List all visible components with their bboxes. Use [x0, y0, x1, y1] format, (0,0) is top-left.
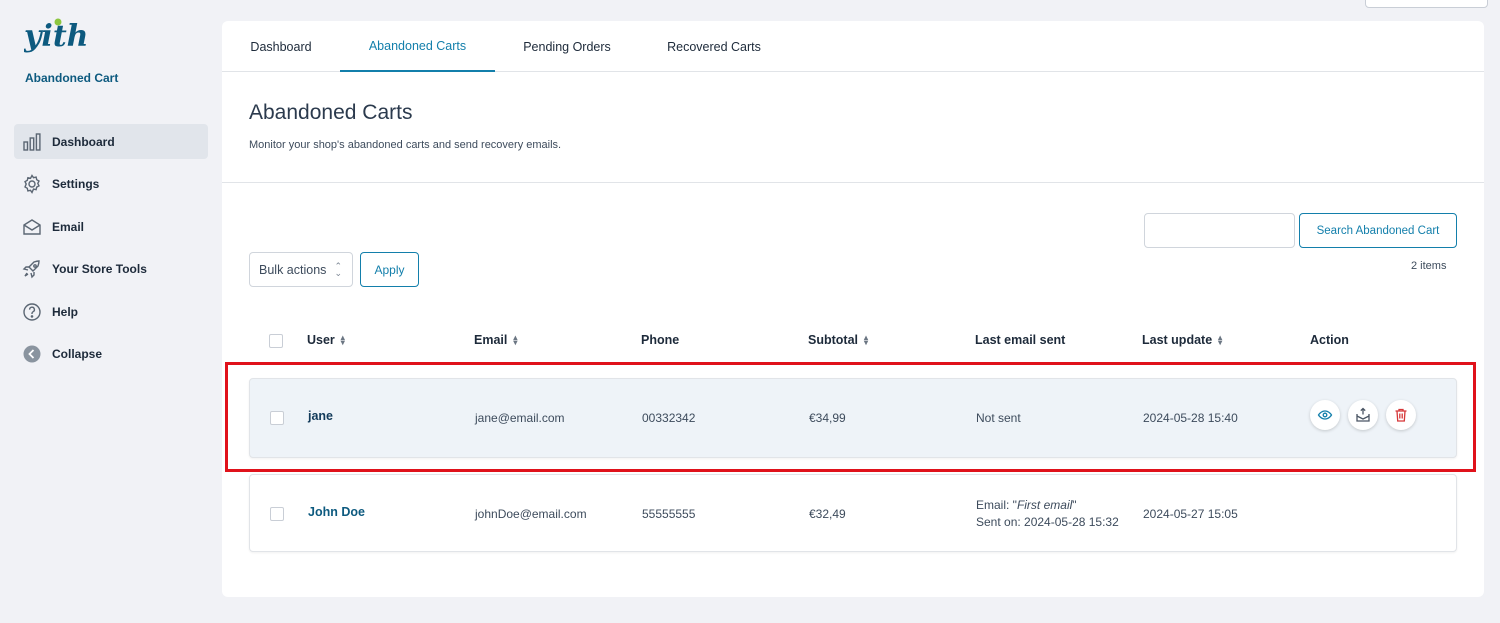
column-user[interactable]: User ▴ ▾	[307, 333, 345, 347]
sidebar-item-email[interactable]: Email	[14, 209, 208, 244]
sidebar-item-settings[interactable]: Settings	[14, 167, 208, 202]
column-subtotal[interactable]: Subtotal ▴ ▾	[808, 333, 868, 347]
last-email-cell: Email: "First email" Sent on: 2024-05-28…	[976, 498, 1119, 529]
last-email-cell: Not sent	[976, 411, 1021, 425]
column-last-update[interactable]: Last update ▴ ▾	[1142, 333, 1222, 347]
subtotal-cell: €32,49	[809, 507, 846, 521]
page-description: Monitor your shop's abandoned carts and …	[249, 139, 562, 151]
sidebar-item-help[interactable]: Help	[14, 294, 208, 329]
tab-pending-orders[interactable]: Pending Orders	[522, 21, 612, 72]
tab-recovered-carts[interactable]: Recovered Carts	[666, 21, 762, 72]
sidebar-item-label: Email	[52, 219, 85, 234]
user-name-link[interactable]: jane	[308, 409, 333, 423]
select-all-checkbox[interactable]	[269, 334, 283, 348]
row-checkbox[interactable]	[270, 507, 284, 521]
table-row: John Doe johnDoe@email.com 55555555 €32,…	[249, 474, 1457, 552]
collapse-arrow-icon	[22, 344, 42, 364]
rocket-icon	[22, 259, 42, 279]
email-cell: johnDoe@email.com	[475, 507, 587, 521]
sidebar-item-dashboard[interactable]: Dashboard	[14, 124, 208, 159]
send-email-icon	[1356, 407, 1370, 422]
sidebar-item-label: Dashboard	[52, 134, 115, 149]
email-template-name: First email	[1016, 498, 1073, 512]
phone-cell: 55555555	[642, 507, 696, 521]
page-title: Abandoned Carts	[249, 101, 413, 124]
sort-icon: ▴ ▾	[1218, 333, 1223, 347]
bulk-actions-select[interactable]: Bulk actions ⌃ ⌄	[249, 252, 353, 287]
email-cell: jane@email.com	[475, 411, 565, 425]
sidebar-item-label: Help	[52, 304, 79, 319]
sort-icon: ▴ ▾	[513, 333, 518, 347]
top-right-control[interactable]	[1365, 0, 1488, 8]
user-name-link[interactable]: John Doe	[308, 505, 365, 519]
trash-icon	[1395, 408, 1407, 422]
tab-bar: Dashboard Abandoned Carts Pending Orders…	[222, 21, 1484, 72]
chevron-up-down-icon: ⌃ ⌄	[334, 261, 342, 278]
last-update-cell: 2024-05-27 15:05	[1143, 507, 1238, 521]
sidebar: yith Abandoned Cart Dashboard Settings E…	[0, 0, 222, 623]
row-checkbox[interactable]	[270, 411, 284, 425]
tab-abandoned-carts[interactable]: Abandoned Carts	[340, 21, 495, 72]
yith-logo: yith	[23, 18, 89, 62]
main-panel: Dashboard Abandoned Carts Pending Orders…	[222, 21, 1484, 597]
sidebar-item-label: Your Store Tools	[52, 262, 147, 277]
bulk-actions-value: Bulk actions	[259, 262, 327, 277]
envelope-icon	[22, 217, 42, 237]
send-email-button[interactable]	[1348, 400, 1378, 430]
divider	[222, 182, 1484, 183]
column-email[interactable]: Email ▴ ▾	[474, 333, 517, 347]
bar-chart-icon	[22, 132, 42, 152]
delete-button[interactable]	[1386, 400, 1416, 430]
subtotal-cell: €34,99	[809, 411, 846, 425]
plugin-name: Abandoned Cart	[25, 71, 119, 85]
sidebar-nav: Dashboard Settings Email Your Store Tool…	[14, 124, 208, 380]
sidebar-item-label: Settings	[52, 177, 100, 192]
sent-on-text: Sent on: 2024-05-28 15:32	[976, 515, 1119, 529]
search-input[interactable]	[1144, 213, 1295, 248]
sidebar-item-store-tools[interactable]: Your Store Tools	[14, 252, 208, 287]
search-abandoned-cart-button[interactable]: Search Abandoned Cart	[1299, 213, 1457, 248]
column-action: Action	[1310, 333, 1349, 347]
question-circle-icon	[22, 302, 42, 322]
apply-button[interactable]: Apply	[360, 252, 419, 287]
last-update-cell: 2024-05-28 15:40	[1143, 411, 1238, 425]
view-button[interactable]	[1310, 400, 1340, 430]
table-row: jane jane@email.com 00332342 €34,99 Not …	[249, 378, 1457, 458]
gear-icon	[22, 174, 42, 195]
sort-icon: ▴ ▾	[864, 333, 869, 347]
sort-icon: ▴ ▾	[340, 333, 345, 347]
phone-cell: 00332342	[642, 411, 696, 425]
items-count: 2 items	[1411, 260, 1447, 272]
column-phone: Phone	[641, 333, 680, 347]
eye-icon	[1317, 410, 1333, 420]
tab-dashboard[interactable]: Dashboard	[249, 21, 313, 72]
column-last-email: Last email sent	[975, 333, 1066, 347]
sidebar-item-label: Collapse	[52, 347, 103, 362]
sidebar-item-collapse[interactable]: Collapse	[14, 337, 208, 372]
table-header: User ▴ ▾ Email ▴ ▾ Phone Subtotal ▴ ▾ Last ema…	[249, 326, 1457, 356]
